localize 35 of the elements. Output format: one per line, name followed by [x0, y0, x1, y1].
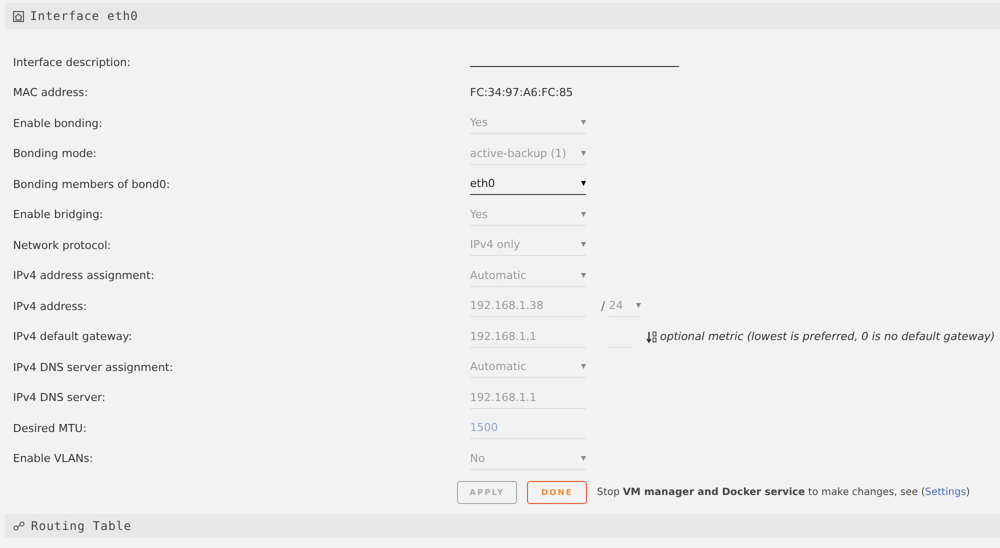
field-label: IPv4 DNS server assignment: [13, 360, 174, 374]
field-label: MAC address: [13, 86, 89, 100]
mac-address: FC:34:97:A6:FC:85 [470, 86, 574, 100]
caret-icon [581, 272, 586, 278]
caret-icon [581, 242, 586, 248]
field-label: Bonding mode: [13, 147, 98, 160]
field-label: IPv4 default gateway: [13, 330, 134, 344]
caret-icon [581, 364, 586, 370]
home-icon [13, 10, 24, 22]
section-title: Routing Table [31, 519, 132, 533]
select-field[interactable]: eth0 [470, 173, 586, 196]
metric-hint: optional metric (lowest is preferred, 0 is no default gateway) [660, 330, 995, 344]
slash-separator: / [601, 299, 606, 314]
caret-icon [581, 456, 586, 461]
caret-icon [581, 150, 586, 156]
caret-icon [581, 212, 586, 217]
field-label: Bonding members of bond0: [13, 178, 171, 191]
section-title: Interface eth0 [30, 9, 138, 23]
field-label: Enable bridging: [13, 208, 104, 222]
field-label: IPv4 address assignment: [13, 269, 156, 282]
field-label: IPv4 address: [13, 300, 88, 313]
caret-icon [636, 303, 642, 308]
caret-icon [581, 120, 586, 126]
notice-text: Stop VM manager and Docker service to make changes, see (Settings) [597, 487, 970, 498]
field-label: Enable bonding: [13, 116, 104, 130]
route-icon [13, 521, 25, 531]
field-label: IPv4 DNS server: [13, 391, 106, 404]
done-button[interactable]: DONE [527, 481, 587, 504]
sort-icon [646, 330, 658, 343]
field-label: Desired MTU: [13, 422, 88, 435]
field-label: Network protocol: [13, 238, 112, 252]
field-label: Enable VLANs: [13, 452, 94, 466]
settings-link[interactable]: Settings [925, 487, 966, 498]
field-label: Interface description: [13, 56, 132, 69]
caret-icon [581, 181, 586, 186]
